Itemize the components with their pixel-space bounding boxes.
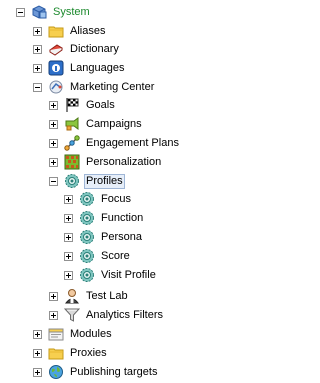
tree-node-system[interactable]: System bbox=[16, 3, 92, 21]
profile-gear-icon bbox=[79, 229, 95, 245]
tree-label: System bbox=[53, 5, 90, 18]
expand-toggle[interactable] bbox=[49, 138, 58, 148]
profile-gear-icon bbox=[79, 248, 95, 264]
tree-node-campaigns[interactable]: Campaigns bbox=[49, 115, 144, 133]
marketing-center-icon bbox=[48, 79, 64, 95]
expand-toggle[interactable] bbox=[33, 367, 42, 377]
tree-node-languages[interactable]: Languages bbox=[33, 59, 126, 77]
tree-label: Marketing Center bbox=[70, 80, 155, 93]
profile-gear-icon bbox=[79, 267, 95, 283]
globe-icon bbox=[48, 364, 64, 380]
tree-node-engagement-plans[interactable]: Engagement Plans bbox=[49, 134, 181, 152]
engagement-plan-icon bbox=[64, 135, 80, 151]
tree-label: Campaigns bbox=[86, 117, 142, 130]
tree-node-analytics-filters[interactable]: Analytics Filters bbox=[49, 306, 165, 324]
expand-toggle[interactable] bbox=[49, 119, 58, 129]
tree-label: Goals bbox=[86, 98, 115, 111]
tree-node-visit-profile[interactable]: Visit Profile bbox=[64, 266, 158, 284]
tree-label: Proxies bbox=[70, 346, 107, 359]
tree-node-dictionary[interactable]: Dictionary bbox=[33, 40, 121, 58]
expand-toggle[interactable] bbox=[64, 194, 73, 204]
filter-funnel-icon bbox=[64, 307, 80, 323]
profile-gear-icon bbox=[79, 210, 95, 226]
expand-toggle[interactable] bbox=[49, 100, 58, 110]
tree-label: Modules bbox=[70, 327, 112, 340]
expand-toggle[interactable] bbox=[64, 232, 73, 242]
tree-node-personalization[interactable]: Personalization bbox=[49, 153, 163, 171]
tree-label: Persona bbox=[101, 230, 142, 243]
expand-toggle[interactable] bbox=[64, 251, 73, 261]
tree-node-modules[interactable]: Modules bbox=[33, 325, 114, 343]
expand-toggle[interactable] bbox=[49, 157, 58, 167]
tree-node-proxies[interactable]: Proxies bbox=[33, 344, 109, 362]
personalization-grid-icon bbox=[64, 154, 80, 170]
expand-toggle[interactable] bbox=[33, 26, 42, 36]
collapse-toggle[interactable] bbox=[16, 7, 25, 17]
expand-toggle[interactable] bbox=[33, 44, 42, 54]
profile-gear-icon bbox=[64, 173, 80, 189]
tree-label: Score bbox=[101, 249, 130, 262]
expand-toggle[interactable] bbox=[49, 291, 58, 301]
tree-label: Personalization bbox=[86, 155, 162, 168]
tree-label: Languages bbox=[70, 61, 125, 74]
tree-label: Publishing targets bbox=[70, 365, 158, 378]
tree-node-focus[interactable]: Focus bbox=[64, 190, 133, 208]
expand-toggle[interactable] bbox=[64, 213, 73, 223]
expand-toggle[interactable] bbox=[33, 348, 42, 358]
campaign-icon bbox=[64, 116, 80, 132]
expand-toggle[interactable] bbox=[33, 63, 42, 73]
tree-node-score[interactable]: Score bbox=[64, 247, 132, 265]
folder-icon bbox=[48, 23, 64, 39]
tree-node-goals[interactable]: Goals bbox=[49, 96, 117, 114]
expand-toggle[interactable] bbox=[64, 270, 73, 280]
tree-label: Focus bbox=[101, 192, 131, 205]
tree-label: Function bbox=[101, 211, 144, 224]
tree-label: Dictionary bbox=[70, 42, 119, 55]
tree-node-function[interactable]: Function bbox=[64, 209, 145, 227]
tree-label: Test Lab bbox=[86, 289, 128, 302]
tree-label: Analytics Filters bbox=[86, 308, 164, 321]
test-lab-icon bbox=[64, 288, 80, 304]
language-icon bbox=[48, 60, 64, 76]
tree-node-profiles[interactable]: Profiles bbox=[49, 172, 125, 190]
system-cube-icon bbox=[31, 4, 47, 20]
tree-node-marketing-center[interactable]: Marketing Center bbox=[33, 78, 156, 96]
folder-icon bbox=[48, 345, 64, 361]
dictionary-book-icon bbox=[48, 41, 64, 57]
flag-icon bbox=[64, 97, 80, 113]
tree-node-persona[interactable]: Persona bbox=[64, 228, 144, 246]
collapse-toggle[interactable] bbox=[49, 176, 58, 186]
tree-label: Engagement Plans bbox=[86, 136, 179, 149]
tree-node-test-lab[interactable]: Test Lab bbox=[49, 287, 130, 305]
expand-toggle[interactable] bbox=[33, 329, 42, 339]
tree-label: Profiles bbox=[84, 173, 125, 189]
collapse-toggle[interactable] bbox=[33, 82, 42, 92]
tree-label: Aliases bbox=[70, 24, 106, 37]
module-icon bbox=[48, 326, 64, 342]
expand-toggle[interactable] bbox=[49, 310, 58, 320]
tree-node-aliases[interactable]: Aliases bbox=[33, 22, 107, 40]
profile-gear-icon bbox=[79, 191, 95, 207]
tree-label: Visit Profile bbox=[101, 268, 156, 281]
tree-node-publishing-targets[interactable]: Publishing targets bbox=[33, 363, 159, 381]
